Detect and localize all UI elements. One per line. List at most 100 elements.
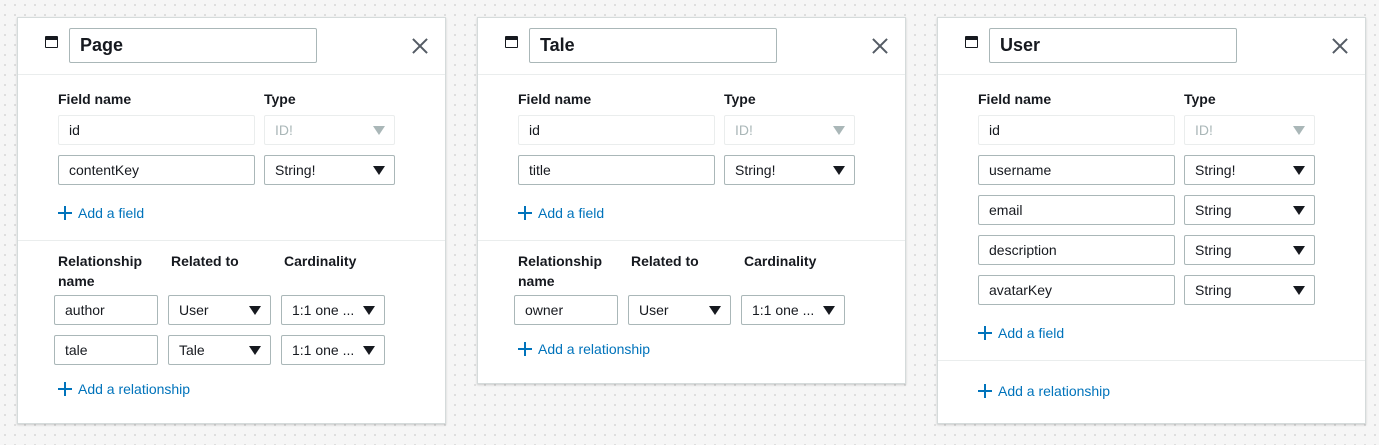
model-table-icon — [45, 36, 58, 48]
add-field-link[interactable]: Add a field — [978, 323, 1064, 343]
add-relationship-link[interactable]: Add a relationship — [518, 339, 650, 359]
field-type-select[interactable]: String! — [724, 155, 855, 185]
fields-section: Field name Type id ID! username String! … — [938, 75, 1365, 361]
chevron-down-icon — [1293, 286, 1305, 295]
close-icon[interactable] — [1332, 38, 1348, 54]
cardinality-value: 1:1 one ... — [292, 302, 355, 318]
field-type-select[interactable]: ID! — [1184, 115, 1315, 145]
relationship-name-header: Relationship name — [58, 253, 143, 289]
chevron-down-icon — [709, 306, 721, 315]
field-type-select[interactable]: String — [1184, 235, 1315, 265]
field-name-input[interactable]: id — [978, 115, 1175, 145]
plus-icon — [518, 206, 532, 220]
model-name-input[interactable] — [529, 28, 777, 63]
add-field-label: Add a field — [538, 205, 605, 221]
field-name-header: Field name — [978, 91, 1052, 107]
field-type-value: String! — [1195, 162, 1236, 178]
field-type-value: String! — [275, 162, 316, 178]
close-icon[interactable] — [872, 38, 888, 54]
related-to-header: Related to — [631, 253, 699, 269]
relationship-name-input[interactable]: tale — [54, 335, 158, 365]
field-type-select[interactable]: String — [1184, 195, 1315, 225]
plus-icon — [58, 206, 72, 220]
field-name-input[interactable]: id — [518, 115, 715, 145]
related-to-select[interactable]: User — [168, 295, 271, 325]
field-type-select[interactable]: ID! — [724, 115, 855, 145]
chevron-down-icon — [823, 306, 835, 315]
field-type-select[interactable]: String! — [264, 155, 395, 185]
field-name-input[interactable]: description — [978, 235, 1175, 265]
chevron-down-icon — [373, 166, 385, 175]
field-type-value: String — [1195, 202, 1232, 218]
chevron-down-icon — [1293, 206, 1305, 215]
add-relationship-link[interactable]: Add a relationship — [58, 379, 190, 399]
chevron-down-icon — [249, 306, 261, 315]
add-field-label: Add a field — [78, 205, 145, 221]
field-type-value: ID! — [275, 122, 293, 138]
cardinality-value: 1:1 one ... — [752, 302, 815, 318]
chevron-down-icon — [363, 346, 375, 355]
field-name-input[interactable]: avatarKey — [978, 275, 1175, 305]
chevron-down-icon — [373, 126, 385, 135]
add-field-label: Add a field — [998, 325, 1065, 341]
field-type-value: String! — [735, 162, 776, 178]
chevron-down-icon — [1293, 166, 1305, 175]
model-table-icon — [965, 36, 978, 48]
plus-icon — [518, 342, 532, 356]
field-type-value: ID! — [1195, 122, 1213, 138]
add-relationship-label: Add a relationship — [538, 341, 651, 357]
cardinality-select[interactable]: 1:1 one ... — [281, 335, 385, 365]
field-name-input[interactable]: title — [518, 155, 715, 185]
model-table-icon — [505, 36, 518, 48]
plus-icon — [58, 382, 72, 396]
related-to-select[interactable]: Tale — [168, 335, 271, 365]
type-header: Type — [1184, 91, 1216, 107]
chevron-down-icon — [833, 126, 845, 135]
model-name-input[interactable] — [989, 28, 1237, 63]
add-field-link[interactable]: Add a field — [58, 203, 144, 223]
add-relationship-link[interactable]: Add a relationship — [978, 381, 1110, 401]
relationship-name-header: Relationship name — [518, 253, 603, 289]
plus-icon — [978, 384, 992, 398]
model-card-tale: Field name Type id ID! title String! Add… — [477, 17, 906, 384]
add-relationship-label: Add a relationship — [78, 381, 191, 397]
related-to-value: User — [639, 302, 669, 318]
related-to-select[interactable]: User — [628, 295, 731, 325]
chevron-down-icon — [1293, 126, 1305, 135]
field-type-select[interactable]: String — [1184, 275, 1315, 305]
card-header — [938, 18, 1365, 75]
cardinality-select[interactable]: 1:1 one ... — [281, 295, 385, 325]
field-name-input[interactable]: email — [978, 195, 1175, 225]
relationship-name-input[interactable]: owner — [514, 295, 618, 325]
chevron-down-icon — [249, 346, 261, 355]
cardinality-header: Cardinality — [284, 253, 357, 269]
card-header — [18, 18, 445, 75]
field-type-value: String — [1195, 242, 1232, 258]
field-type-value: ID! — [735, 122, 753, 138]
cardinality-select[interactable]: 1:1 one ... — [741, 295, 845, 325]
type-header: Type — [724, 91, 756, 107]
add-field-link[interactable]: Add a field — [518, 203, 604, 223]
chevron-down-icon — [1293, 246, 1305, 255]
related-to-value: User — [179, 302, 209, 318]
field-name-input[interactable]: contentKey — [58, 155, 255, 185]
add-relationship-label: Add a relationship — [998, 383, 1111, 399]
plus-icon — [978, 326, 992, 340]
field-name-input[interactable]: id — [58, 115, 255, 145]
relationships-section: Relationship name Related to Cardinality… — [478, 241, 905, 384]
model-card-page: Field name Type id ID! contentKey String… — [17, 17, 446, 424]
relationship-name-input[interactable]: author — [54, 295, 158, 325]
field-type-select[interactable]: ID! — [264, 115, 395, 145]
cardinality-header: Cardinality — [744, 253, 817, 269]
type-header: Type — [264, 91, 296, 107]
model-name-input[interactable] — [69, 28, 317, 63]
chevron-down-icon — [833, 166, 845, 175]
field-type-value: String — [1195, 282, 1232, 298]
model-card-user: Field name Type id ID! username String! … — [937, 17, 1366, 424]
close-icon[interactable] — [412, 38, 428, 54]
field-name-input[interactable]: username — [978, 155, 1175, 185]
field-name-header: Field name — [58, 91, 132, 107]
field-type-select[interactable]: String! — [1184, 155, 1315, 185]
relationships-section: Add a relationship — [938, 361, 1365, 424]
related-to-header: Related to — [171, 253, 239, 269]
